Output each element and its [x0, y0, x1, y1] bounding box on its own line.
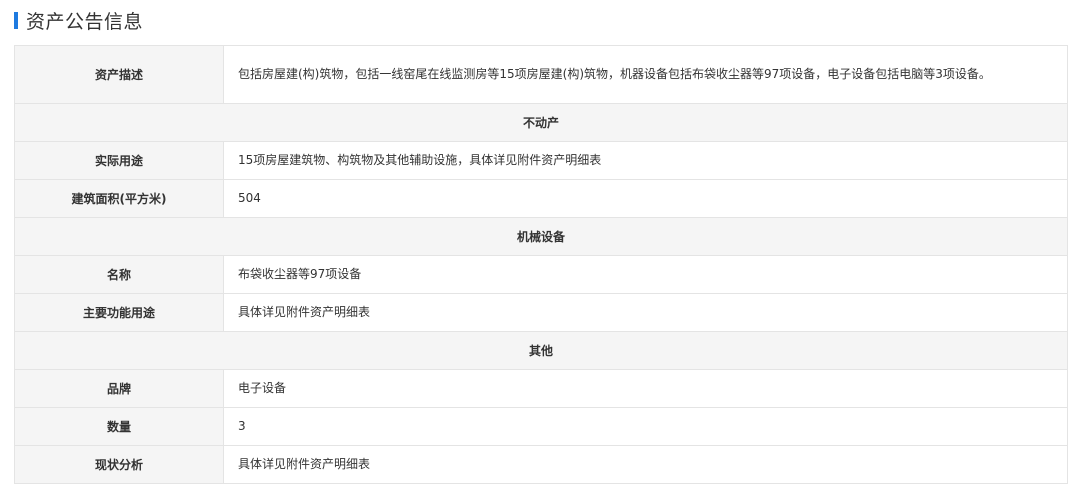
- brand-label: 品牌: [14, 369, 224, 408]
- table-row-actual-use: 实际用途 15项房屋建筑物、构筑物及其他辅助设施，具体详见附件资产明细表: [14, 141, 1068, 180]
- main-function-label: 主要功能用途: [14, 293, 224, 332]
- table-row-building-area: 建筑面积(平方米) 504: [14, 179, 1068, 218]
- table-row-main-function: 主要功能用途 具体详见附件资产明细表: [14, 293, 1068, 332]
- actual-use-value: 15项房屋建筑物、构筑物及其他辅助设施，具体详见附件资产明细表: [223, 141, 1068, 180]
- section-accent-bar: [14, 11, 18, 29]
- group-title-machinery: 机械设备: [14, 217, 1068, 256]
- table-row-condition: 现状分析 具体详见附件资产明细表: [14, 445, 1068, 484]
- table-row-machinery-name: 名称 布袋收尘器等97项设备: [14, 255, 1068, 294]
- table-row-quantity: 数量 3: [14, 407, 1068, 446]
- machinery-name-label: 名称: [14, 255, 224, 294]
- condition-value: 具体详见附件资产明细表: [223, 445, 1068, 484]
- quantity-label: 数量: [14, 407, 224, 446]
- condition-label: 现状分析: [14, 445, 224, 484]
- actual-use-label: 实际用途: [14, 141, 224, 180]
- asset-description-label: 资产描述: [14, 45, 224, 104]
- asset-info-table: 资产描述 包括房屋建(构)筑物，包括一线窑尾在线监测房等15项房屋建(构)筑物，…: [14, 45, 1068, 484]
- building-area-value: 504: [223, 179, 1068, 218]
- table-group-row-machinery: 机械设备: [14, 217, 1068, 256]
- quantity-value: 3: [223, 407, 1068, 446]
- table-group-row-other: 其他: [14, 331, 1068, 370]
- asset-description-value: 包括房屋建(构)筑物，包括一线窑尾在线监测房等15项房屋建(构)筑物，机器设备包…: [223, 45, 1068, 104]
- section-header: 资产公告信息: [14, 8, 144, 33]
- section-title: 资产公告信息: [26, 10, 144, 33]
- machinery-name-value: 布袋收尘器等97项设备: [223, 255, 1068, 294]
- building-area-label: 建筑面积(平方米): [14, 179, 224, 218]
- brand-value: 电子设备: [223, 369, 1068, 408]
- group-title-real-estate: 不动产: [14, 103, 1068, 142]
- table-row-brand: 品牌 电子设备: [14, 369, 1068, 408]
- table-group-row-real-estate: 不动产: [14, 103, 1068, 142]
- main-function-value: 具体详见附件资产明细表: [223, 293, 1068, 332]
- table-row-asset-description: 资产描述 包括房屋建(构)筑物，包括一线窑尾在线监测房等15项房屋建(构)筑物，…: [14, 45, 1068, 104]
- group-title-other: 其他: [14, 331, 1068, 370]
